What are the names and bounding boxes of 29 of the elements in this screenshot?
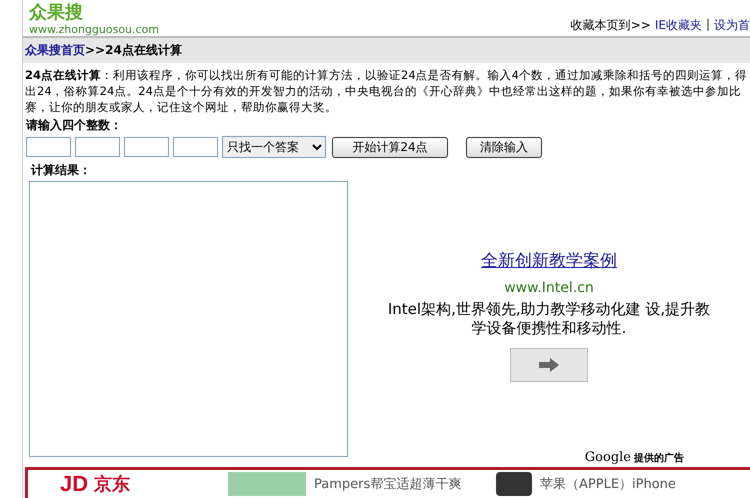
input-prompt: 请输入四个整数： xyxy=(24,117,123,134)
bookmark-label: 收藏本页到>> xyxy=(570,17,651,34)
product-image-placeholder xyxy=(496,472,532,496)
breadcrumb-home-link[interactable]: 众果搜首页 xyxy=(25,42,85,59)
result-label: 计算结果： xyxy=(30,162,92,179)
product-link[interactable]: 苹果（APPLE）iPhone xyxy=(540,475,676,493)
ad-brand: Google xyxy=(584,450,631,465)
top-link[interactable]: IE收藏夹 xyxy=(654,17,702,34)
store-logo-mark: JD xyxy=(60,471,88,497)
calculate-button[interactable]: 开始计算24点 xyxy=(332,136,448,158)
intro-paragraph: 24点在线计算：利用该程序，你可以找出所有可能的计算方法，以验证24点是否有解。输入4个数，通过加减乘除和括号的四则运算，得出24，俗称算24点。24点是个十分有效的开发智力的活动，中央电视台的《开心辞典》中也经常出这样的题，如果你有幸被选中参加比赛，让你的朋友或家人，记住这个网址，帮助你赢得大奖。 xyxy=(24,67,748,115)
product-link[interactable]: Pampers帮宝适超薄干爽 xyxy=(314,475,462,493)
number-input-field[interactable] xyxy=(124,137,169,157)
ad-url: www.Intel.cn xyxy=(504,280,594,296)
ad-attribution: 提供的广告 xyxy=(634,451,684,465)
ad-title-link[interactable]: 全新创新教学案例 xyxy=(481,249,617,272)
link-separator: | xyxy=(706,17,710,33)
top-link[interactable]: 设为首 xyxy=(714,17,750,34)
number-input-field[interactable] xyxy=(75,137,120,157)
number-input-field[interactable] xyxy=(173,137,218,157)
store-name: 京东 xyxy=(94,473,130,496)
arrow-icon xyxy=(539,358,559,372)
mode-dropdown[interactable]: 只找一个答案 xyxy=(222,136,326,158)
ad-text: Intel架构,世界领先,助力教学移动化建 设,提升教学设备便携性和移动性. xyxy=(386,300,712,338)
breadcrumb-current: >>24点在线计算 xyxy=(85,42,182,59)
ad-go-button[interactable] xyxy=(510,348,588,382)
number-input-field[interactable] xyxy=(26,137,71,157)
site-url: www.zhongguosou.com xyxy=(29,23,160,36)
clear-button[interactable]: 清除输入 xyxy=(466,136,542,158)
